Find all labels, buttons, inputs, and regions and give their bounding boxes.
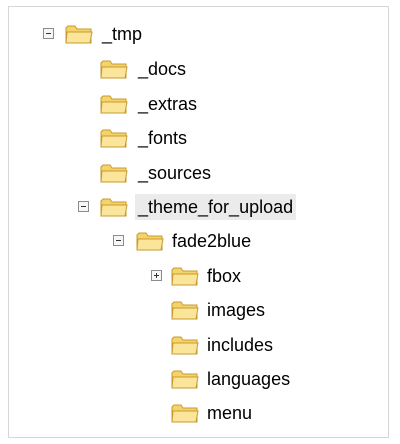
tree-node-label[interactable]: images (204, 297, 268, 323)
tree-node-menu[interactable]: menu (9, 396, 379, 430)
tree-node-docs[interactable]: _docs (9, 52, 379, 86)
folder-icon (100, 95, 128, 114)
tree-node-label[interactable]: _docs (135, 56, 189, 82)
tree-node-label[interactable]: fade2blue (169, 228, 254, 254)
folder-icon (65, 25, 93, 44)
tree-node-images[interactable]: images (9, 293, 379, 327)
tree-node-label[interactable]: _fonts (135, 125, 190, 151)
tree-node-theme-for-upload[interactable]: _theme_for_upload (9, 190, 379, 224)
tree-node-fade2blue[interactable]: fade2blue (9, 224, 379, 258)
tree-node-label[interactable]: languages (204, 366, 293, 392)
folder-icon (136, 232, 164, 251)
tree-node-label[interactable]: _tmp (99, 21, 145, 47)
tree-node-includes[interactable]: includes (9, 328, 379, 362)
tree-node-label[interactable]: includes (204, 332, 276, 358)
folder-icon (171, 370, 199, 389)
folder-icon (100, 60, 128, 79)
tree-node-fbox[interactable]: fbox (9, 259, 379, 293)
folder-icon (100, 129, 128, 148)
folder-tree-panel: _tmp _docs _extras _fonts _sources _them… (8, 6, 389, 438)
tree-node-label[interactable]: menu (204, 400, 255, 426)
collapse-toggle-icon[interactable] (113, 235, 124, 246)
collapse-toggle-icon[interactable] (78, 201, 89, 212)
folder-icon (100, 164, 128, 183)
tree-node-extras[interactable]: _extras (9, 87, 379, 121)
folder-icon (171, 301, 199, 320)
tree-node-label[interactable]: _sources (135, 160, 214, 186)
folder-icon (171, 336, 199, 355)
folder-icon (100, 198, 128, 217)
collapse-toggle-icon[interactable] (43, 28, 54, 39)
tree-node-languages[interactable]: languages (9, 362, 379, 396)
folder-icon (171, 404, 199, 423)
tree-node-sources[interactable]: _sources (9, 156, 379, 190)
expand-toggle-icon[interactable] (151, 270, 162, 281)
tree-node-label[interactable]: fbox (204, 263, 244, 289)
tree-node-fonts[interactable]: _fonts (9, 121, 379, 155)
tree-node-label[interactable]: _extras (135, 91, 200, 117)
tree-node-label[interactable]: _theme_for_upload (135, 194, 297, 220)
tree-node-tmp[interactable]: _tmp (9, 17, 379, 51)
folder-icon (171, 267, 199, 286)
